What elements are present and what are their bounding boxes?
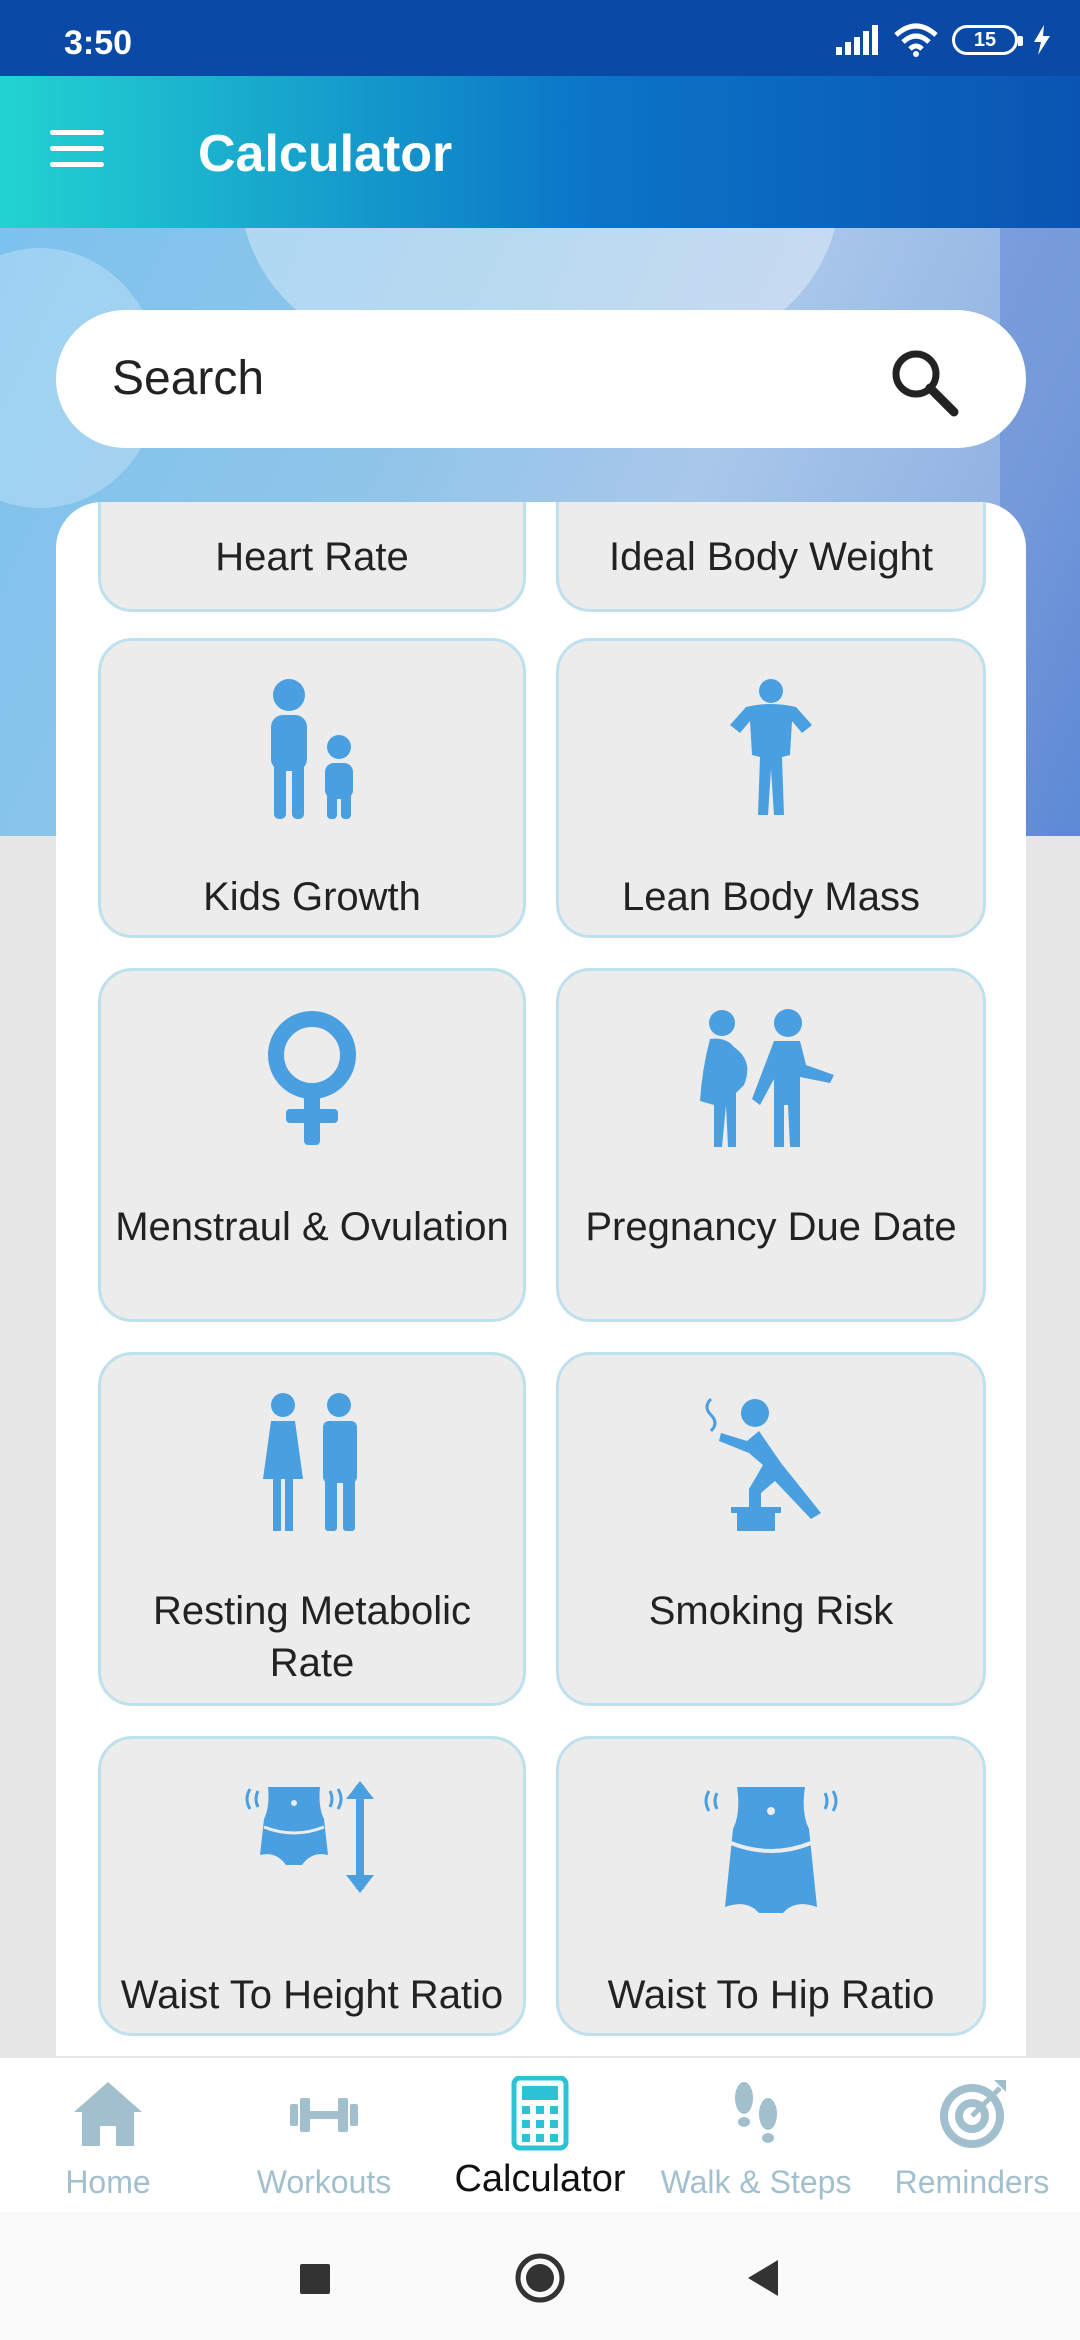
dumbbell-icon <box>290 2098 358 2132</box>
tile-label: Kids Growth <box>203 875 421 919</box>
tile-smoking-risk[interactable]: Smoking Risk <box>556 1352 986 1706</box>
tile-heart-rate[interactable]: Heart Rate <box>98 502 526 612</box>
tile-resting-metabolic-rate[interactable]: Resting Metabolic Rate <box>98 1352 526 1706</box>
female-symbol-icon <box>268 1011 356 1145</box>
waist-height-icon <box>245 1781 374 1893</box>
man-woman-icon <box>263 1393 357 1531</box>
search-icon[interactable] <box>884 342 964 422</box>
tile-waist-to-hip-ratio[interactable]: Waist To Hip Ratio <box>556 1736 986 2036</box>
waist-hip-icon <box>704 1787 838 1913</box>
nav-label: Calculator <box>454 2158 626 2200</box>
menu-button[interactable] <box>50 130 104 174</box>
bottom-navigation: Home Workouts Calculator Walk & Steps Re… <box>0 2056 1080 2212</box>
nav-item-workouts[interactable]: Workouts <box>216 2058 432 2212</box>
nav-item-calculator[interactable]: Calculator <box>432 2058 648 2212</box>
hamburger-icon <box>50 130 104 135</box>
calculator-grid-panel: Heart Rate Ideal Body Weight Kids Growth <box>56 502 1026 2056</box>
back-triangle-icon[interactable] <box>736 2250 792 2306</box>
search-input[interactable] <box>112 346 892 410</box>
tile-label: Pregnancy Due Date <box>585 1205 957 1249</box>
nav-item-walk-steps[interactable]: Walk & Steps <box>648 2058 864 2212</box>
pregnant-couple-icon <box>700 1009 834 1147</box>
footsteps-icon <box>735 2082 777 2143</box>
tile-lean-body-mass[interactable]: Lean Body Mass <box>556 638 986 938</box>
status-time: 3:50 <box>64 24 133 62</box>
tile-pregnancy-due-date[interactable]: Pregnancy Due Date <box>556 968 986 1322</box>
tile-label: Smoking Risk <box>648 1589 894 1633</box>
nav-item-reminders[interactable]: Reminders <box>864 2058 1080 2212</box>
tile-kids-growth[interactable]: Kids Growth <box>98 638 526 938</box>
search-bar <box>56 310 1026 448</box>
tile-label: Resting Metabolic Rate <box>153 1589 471 1685</box>
nav-item-home[interactable]: Home <box>0 2058 216 2212</box>
page-title: Calculator <box>198 125 453 183</box>
nav-label: Reminders <box>894 2164 1050 2200</box>
charging-icon <box>1034 25 1050 55</box>
target-icon <box>940 2080 1006 2148</box>
tile-label: Waist To Hip Ratio <box>607 1973 935 2017</box>
nav-label: Walk & Steps <box>660 2164 852 2200</box>
tile-menstrual-ovulation[interactable]: Menstraul & Ovulation <box>98 968 526 1322</box>
battery-icon: 15 <box>952 25 1023 55</box>
muscular-body-icon <box>730 679 812 815</box>
tile-label: Ideal Body Weight <box>609 535 933 579</box>
system-navigation-bar <box>0 2212 1080 2340</box>
signal-icon <box>836 25 878 55</box>
home-circle-icon[interactable] <box>512 2250 568 2306</box>
parent-child-icon <box>271 679 353 819</box>
tile-waist-to-height-ratio[interactable]: Waist To Height Ratio <box>98 1736 526 2036</box>
tile-label: Heart Rate <box>215 535 409 579</box>
tile-label: Waist To Height Ratio <box>120 1973 504 2017</box>
tile-label: Lean Body Mass <box>622 875 920 919</box>
tile-ideal-body-weight[interactable]: Ideal Body Weight <box>556 502 986 612</box>
wifi-icon <box>894 23 938 57</box>
nav-label: Home <box>65 2164 151 2200</box>
status-icons: 15 <box>836 20 1052 60</box>
calculator-icon <box>511 2076 569 2151</box>
nav-label: Workouts <box>256 2164 392 2200</box>
app-bar: Calculator <box>0 76 1080 228</box>
smoking-person-icon <box>705 1397 821 1531</box>
home-icon <box>74 2082 142 2146</box>
status-bar: 3:50 15 <box>0 0 1080 76</box>
recents-icon[interactable] <box>286 2250 342 2306</box>
tile-label: Menstraul & Ovulation <box>115 1205 509 1249</box>
